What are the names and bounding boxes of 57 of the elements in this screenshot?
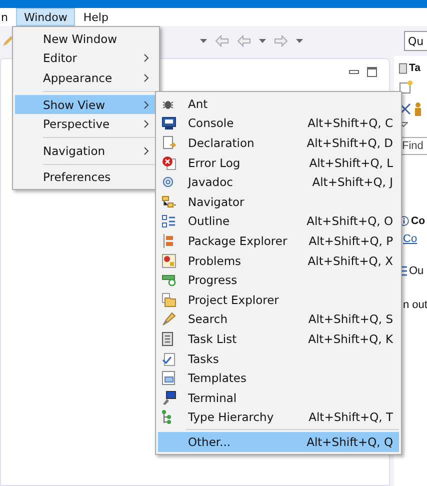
template-icon [162, 371, 175, 386]
hierarchy-icon [162, 410, 172, 424]
menu-item[interactable]: Problems Alt+Shift+Q, X [158, 250, 399, 270]
menu-bar-item[interactable]: Window [16, 8, 76, 26]
menu-item[interactable]: Console Alt+Shift+Q, C [158, 114, 399, 134]
menu-item[interactable]: Error Log Alt+Shift+Q, L [158, 152, 399, 172]
link[interactable]: Co [403, 233, 418, 245]
quick-access-field[interactable]: Qu [404, 31, 427, 51]
section-heading: Co [411, 215, 425, 227]
menu-item[interactable]: Ant [158, 94, 399, 114]
view-tab[interactable]: Ou [409, 265, 424, 277]
menu-bar-item[interactable]: Help [75, 8, 116, 26]
outline-icon [162, 214, 176, 228]
checklist-icon [162, 352, 176, 366]
menu-item[interactable]: Outline Alt+Shift+Q, O [158, 212, 399, 232]
folder-icon [162, 292, 176, 307]
maximize-icon[interactable] [367, 67, 377, 77]
at-icon [162, 176, 174, 188]
menu-item[interactable]: Type Hierarchy Alt+Shift+Q, T [158, 408, 399, 428]
new-document-icon[interactable] [399, 80, 413, 94]
terminal-icon [162, 390, 176, 405]
progress-icon [162, 274, 176, 286]
message-text: n out [403, 299, 427, 311]
folder-tree-icon [162, 196, 176, 208]
menu-item[interactable]: Navigator [158, 192, 399, 212]
close-icon[interactable] [399, 103, 411, 115]
dropdown-arrow-icon[interactable] [296, 39, 303, 43]
dropdown-arrow-icon[interactable] [259, 39, 266, 43]
document-icon [162, 136, 176, 150]
menu-item[interactable]: Editor [15, 48, 157, 68]
menu-item[interactable]: Other... Alt+Shift+Q, Q [158, 432, 399, 452]
menu-item[interactable]: Perspective [15, 114, 157, 134]
menu-item[interactable]: Project Explorer [158, 290, 399, 310]
menu-item[interactable]: Terminal [158, 388, 399, 408]
menu-item[interactable]: New Window [15, 29, 157, 49]
menu-item[interactable]: Show View [15, 94, 157, 114]
menu-item[interactable]: Task List Alt+Shift+Q, K [158, 329, 399, 349]
problems-icon [162, 254, 176, 268]
package-tree-icon [162, 234, 174, 248]
menu-item[interactable]: Search Alt+Shift+Q, S [158, 310, 399, 330]
error-icon [162, 156, 176, 170]
menu-item[interactable]: Progress [158, 270, 399, 290]
clipboard-icon [162, 332, 173, 346]
minimize-icon[interactable] [349, 69, 359, 75]
menu-item[interactable]: Templates [158, 368, 399, 388]
document-icon [399, 62, 407, 74]
menu-item[interactable]: Navigation [15, 140, 157, 161]
menu-item[interactable]: Tasks [158, 348, 399, 368]
menu-item[interactable]: Declaration Alt+Shift+Q, D [158, 133, 399, 153]
menu-item[interactable]: Package Explorer Alt+Shift+Q, P [158, 231, 399, 251]
dropdown-arrow-icon[interactable] [200, 39, 207, 43]
menu-bar-item[interactable]: n [0, 8, 16, 26]
menu-item[interactable]: Appearance [15, 68, 157, 88]
monitor-icon [162, 116, 176, 130]
menu-item[interactable]: Preferences [15, 168, 157, 188]
menu-item[interactable]: Javadoc Alt+Shift+Q, J [158, 172, 399, 192]
view-tab[interactable]: Ta [409, 62, 420, 74]
